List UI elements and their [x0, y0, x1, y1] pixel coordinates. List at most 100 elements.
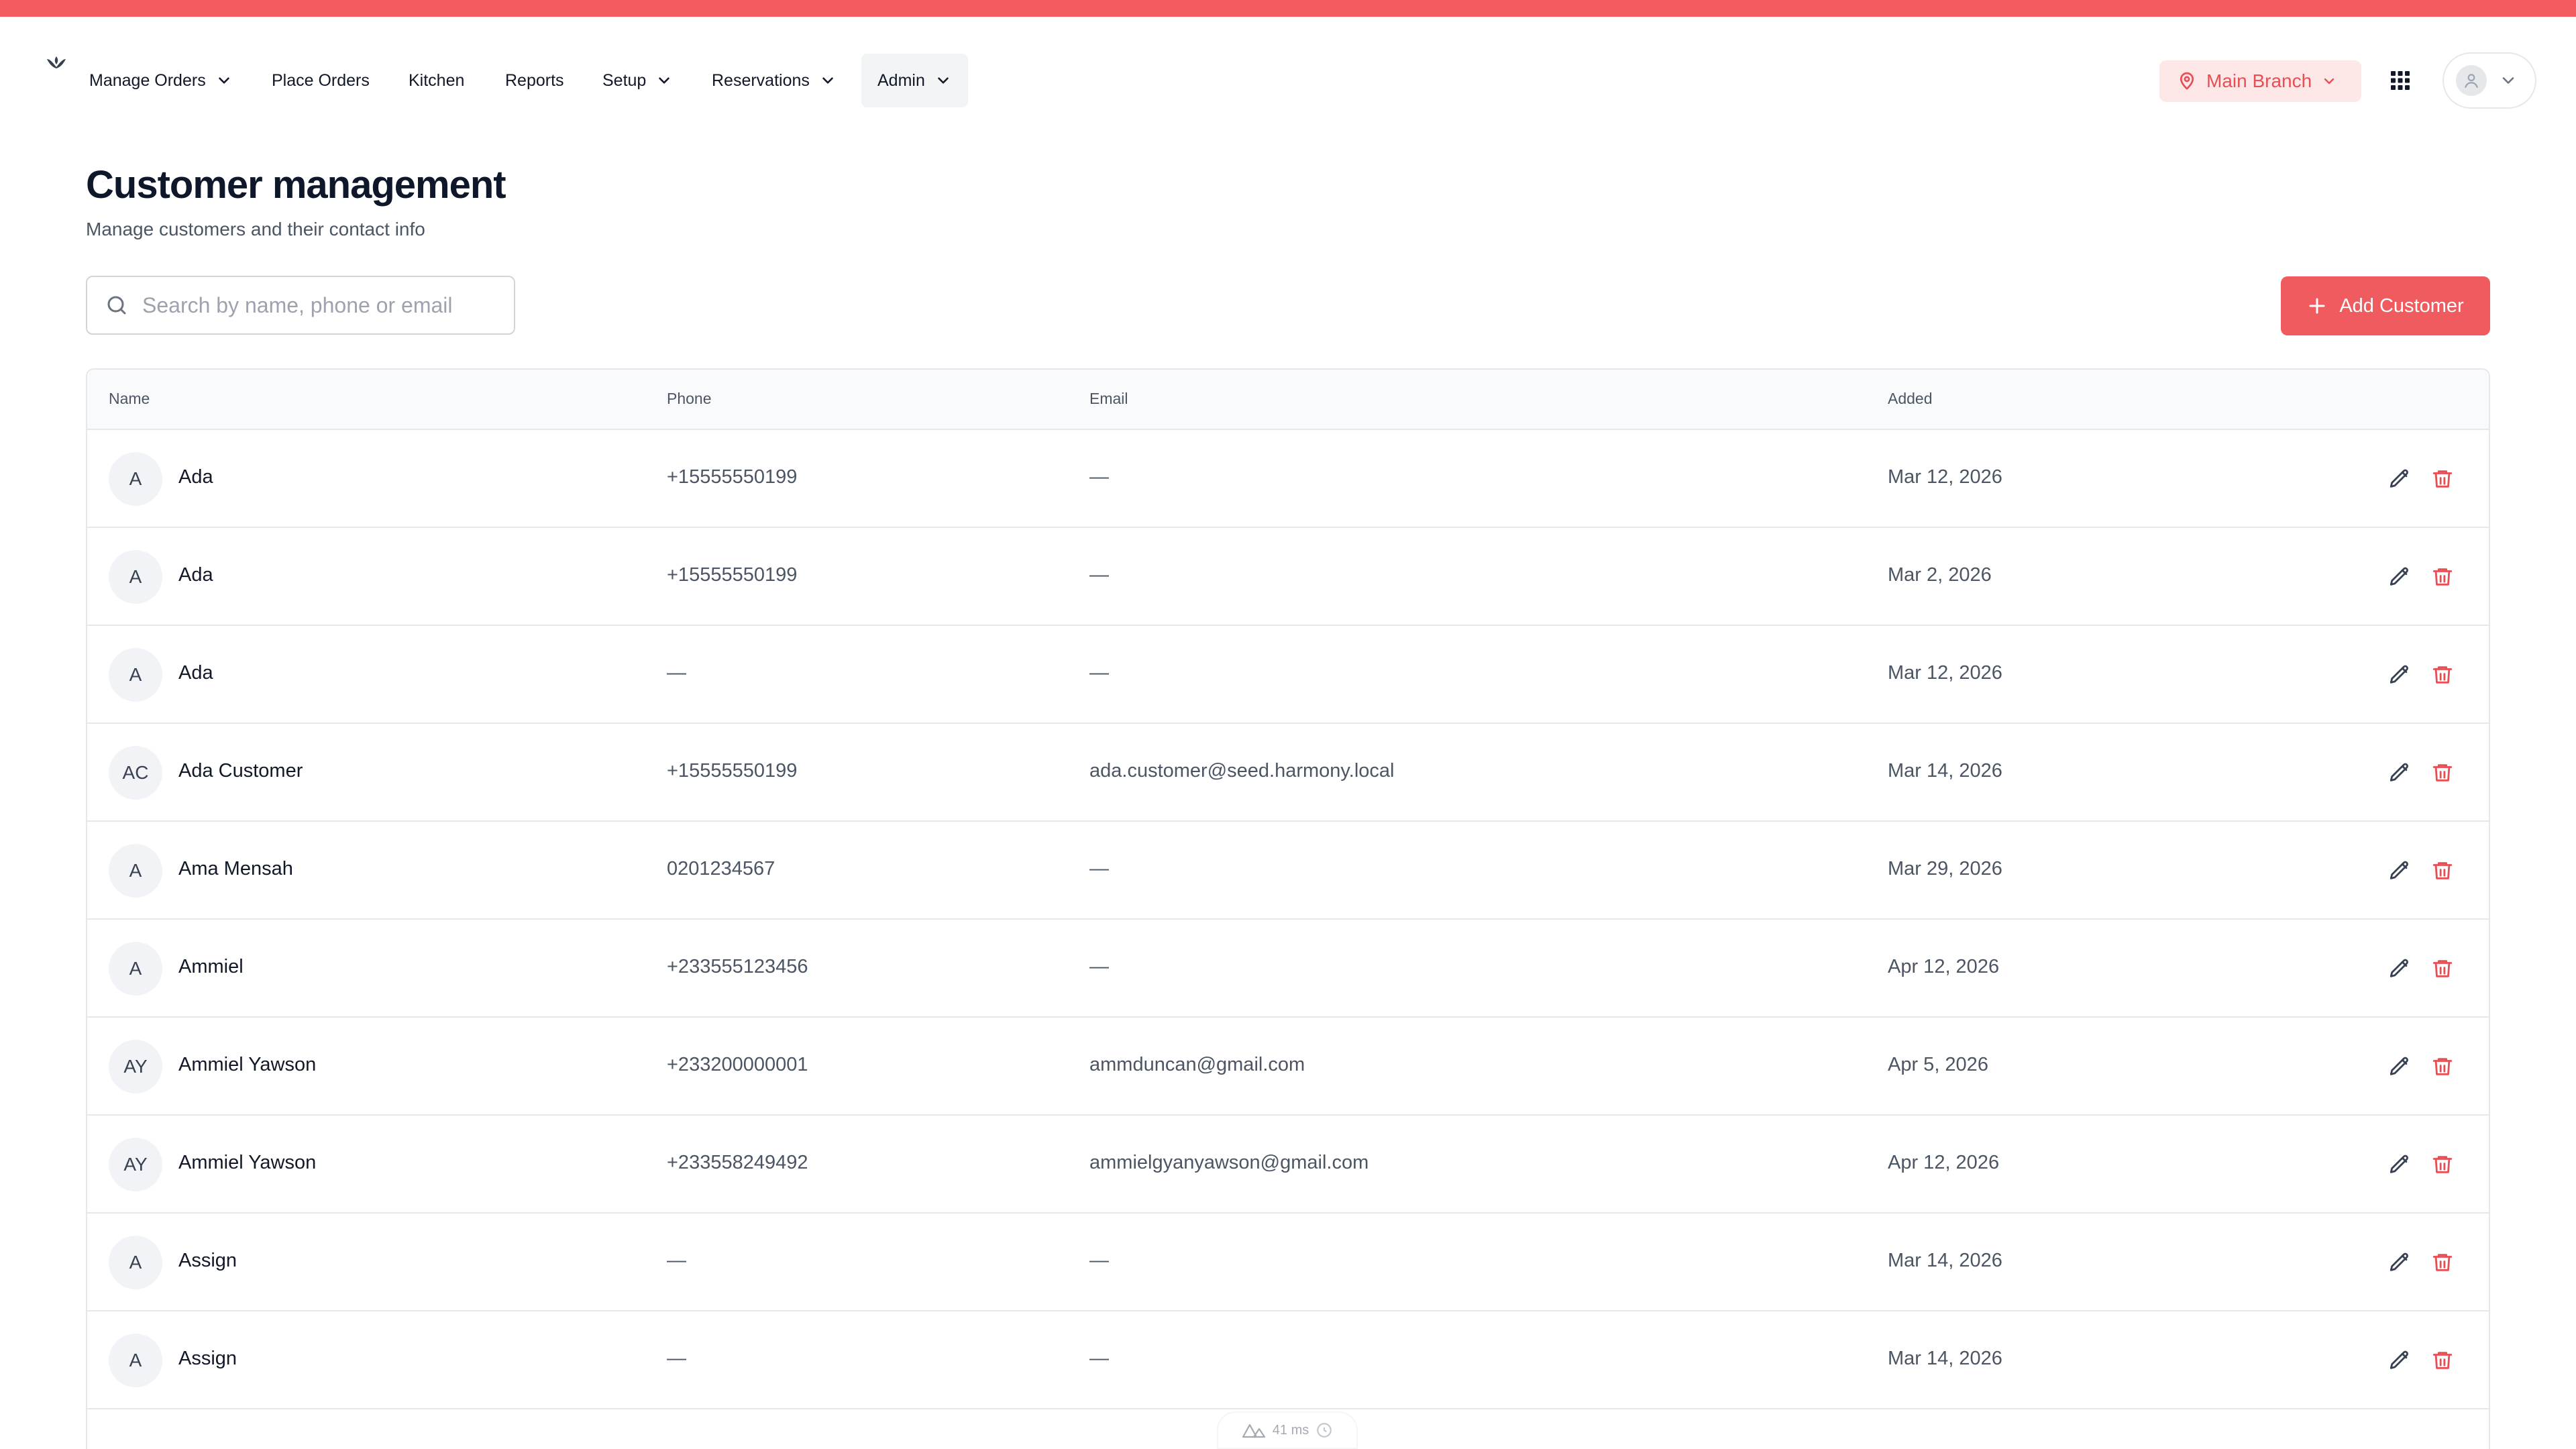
pencil-icon[interactable] — [2388, 468, 2411, 490]
chevron-down-icon — [2324, 78, 2334, 85]
trash-icon[interactable] — [2431, 566, 2454, 588]
customer-email: — — [1089, 466, 1109, 488]
nuxt-logo-icon — [1242, 1424, 1265, 1438]
pencil-icon[interactable] — [2388, 859, 2411, 882]
customer-added-date: Apr 12, 2026 — [1888, 1152, 2000, 1173]
customer-name: Ama Mensah — [178, 858, 293, 879]
pencil-icon[interactable] — [2388, 663, 2411, 686]
customer-phone: +233555123456 — [667, 956, 808, 977]
nav-item-admin[interactable]: Admin — [861, 54, 968, 107]
nav-item-label: Admin — [877, 70, 925, 90]
table-row: AC Ada Customer +15555550199 ada.customer@s… — [87, 724, 2489, 822]
nav-item-label: Manage Orders — [89, 70, 206, 90]
customer-name: Ada — [178, 564, 213, 586]
table-row: A Assign — — Mar 14, 2026 — [87, 1311, 2489, 1409]
avatar: AY — [109, 1040, 162, 1093]
avatar — [2456, 65, 2487, 96]
customer-added-date: Apr 5, 2026 — [1888, 1054, 1988, 1075]
column-header-name[interactable]: Name — [109, 390, 150, 408]
nav-item-label: Reports — [505, 70, 564, 90]
column-header-phone[interactable]: Phone — [667, 390, 712, 408]
customer-name: Ada Customer — [178, 760, 303, 782]
customer-added-date: Mar 12, 2026 — [1888, 466, 2002, 488]
trash-icon[interactable] — [2431, 1251, 2454, 1274]
page-subtitle: Manage customers and their contact info — [86, 219, 425, 239]
customer-name: Assign — [178, 1250, 237, 1271]
pencil-icon[interactable] — [2388, 1251, 2411, 1274]
avatar: A — [109, 844, 162, 898]
leaf-logo-icon[interactable] — [44, 52, 68, 72]
table-body: A Ada +15555550199 — Mar 12, 2026 A Ada +155555… — [87, 430, 2489, 1409]
customer-phone: — — [667, 662, 686, 684]
trash-icon[interactable] — [2431, 1055, 2454, 1078]
nav-item-manage-orders[interactable]: Manage Orders — [89, 54, 233, 107]
table-row: A Ama Mensah 0201234567 — Mar 29, 2026 — [87, 822, 2489, 920]
add-customer-label: Add Customer — [2339, 294, 2464, 317]
pencil-icon[interactable] — [2388, 957, 2411, 980]
trash-icon[interactable] — [2431, 1349, 2454, 1372]
customer-added-date: Mar 2, 2026 — [1888, 564, 1992, 586]
avatar: AY — [109, 1138, 162, 1191]
top-accent-bar — [0, 0, 2576, 17]
customers-table: Name Phone Email Added A Ada +15555550199 —… — [86, 368, 2490, 1449]
apps-grid-icon[interactable] — [2390, 70, 2410, 91]
plus-icon — [2309, 298, 2325, 314]
table-row: AY Ammiel Yawson +233558249492 ammielgyanya… — [87, 1116, 2489, 1214]
customer-phone: — — [667, 1250, 686, 1271]
pencil-icon[interactable] — [2388, 1055, 2411, 1078]
customer-email: — — [1089, 564, 1109, 586]
customer-email: — — [1089, 662, 1109, 684]
map-pin-icon — [2180, 72, 2194, 90]
trash-icon[interactable] — [2431, 957, 2454, 980]
trash-icon[interactable] — [2431, 859, 2454, 882]
nav-item-setup[interactable]: Setup — [602, 54, 673, 107]
customer-added-date: Mar 14, 2026 — [1888, 1348, 2002, 1369]
column-header-added[interactable]: Added — [1888, 390, 1933, 408]
trash-icon[interactable] — [2431, 468, 2454, 490]
nav-item-label: Kitchen — [409, 70, 465, 90]
customer-email: ammduncan@gmail.com — [1089, 1054, 1305, 1075]
branch-selector[interactable]: Main Branch — [2159, 60, 2361, 102]
customer-email: — — [1089, 956, 1109, 977]
pencil-icon[interactable] — [2388, 1153, 2411, 1176]
user-icon — [2465, 74, 2478, 88]
table-row: AY Ammiel Yawson +233200000001 ammduncan@gm… — [87, 1018, 2489, 1116]
nav-item-label: Reservations — [712, 70, 810, 90]
nav-item-kitchen[interactable]: Kitchen — [409, 54, 464, 107]
nav-item-reservations[interactable]: Reservations — [712, 54, 837, 107]
customer-phone: 0201234567 — [667, 858, 775, 879]
nav-item-reports[interactable]: Reports — [505, 54, 564, 107]
timer-icon — [1317, 1423, 1332, 1438]
avatar: A — [109, 942, 162, 996]
trash-icon[interactable] — [2431, 761, 2454, 784]
dev-tools-badge[interactable]: 41 ms — [1217, 1411, 1358, 1449]
branch-label: Main Branch — [2206, 70, 2312, 91]
customer-phone: +15555550199 — [667, 564, 798, 586]
user-menu-button[interactable] — [2443, 52, 2536, 109]
trash-icon[interactable] — [2431, 663, 2454, 686]
avatar: A — [109, 1334, 162, 1387]
customer-email: — — [1089, 1250, 1109, 1271]
nav-item-place-orders[interactable]: Place Orders — [272, 54, 370, 107]
search-box[interactable] — [86, 276, 515, 335]
trash-icon[interactable] — [2431, 1153, 2454, 1176]
pencil-icon[interactable] — [2388, 1349, 2411, 1372]
search-input[interactable] — [142, 292, 504, 318]
column-header-email[interactable]: Email — [1089, 390, 1128, 408]
customer-phone: +15555550199 — [667, 466, 798, 488]
chevron-down-icon — [938, 77, 949, 84]
add-customer-button[interactable]: Add Customer — [2281, 276, 2490, 335]
pencil-icon[interactable] — [2388, 566, 2411, 588]
pencil-icon[interactable] — [2388, 761, 2411, 784]
customer-added-date: Mar 12, 2026 — [1888, 662, 2002, 684]
customer-name: Ammiel Yawson — [178, 1054, 317, 1075]
chevron-down-icon — [659, 77, 670, 84]
nav-item-label: Place Orders — [272, 70, 370, 90]
table-header: Name Phone Email Added — [87, 370, 2489, 430]
nav-item-label: Setup — [602, 70, 647, 90]
customer-added-date: Mar 29, 2026 — [1888, 858, 2002, 879]
table-row: A Assign — — Mar 14, 2026 — [87, 1214, 2489, 1311]
avatar: A — [109, 550, 162, 604]
top-navigation: Manage Orders Place Orders Kitchen Reports S… — [0, 17, 2576, 111]
chevron-down-icon — [822, 77, 833, 84]
